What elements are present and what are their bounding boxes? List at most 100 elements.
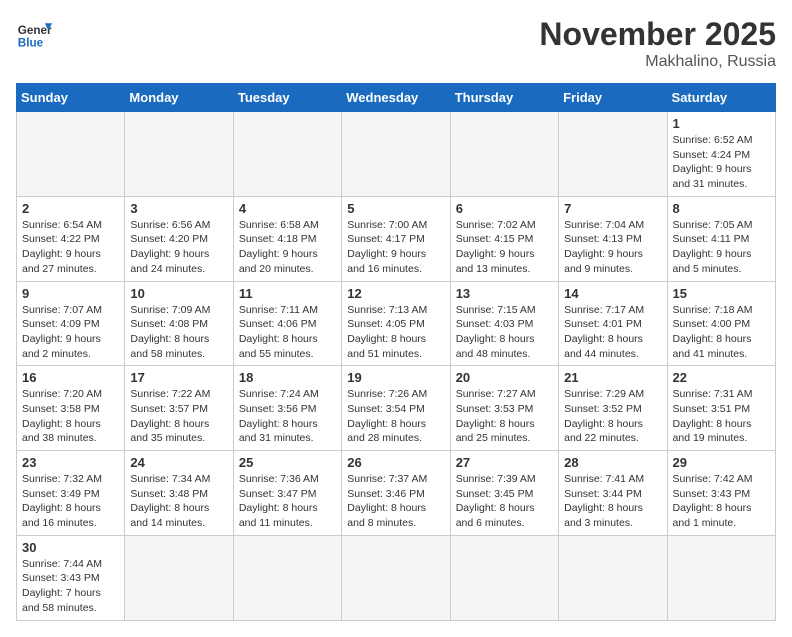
day-info: Sunrise: 7:42 AM Sunset: 3:43 PM Dayligh… bbox=[673, 472, 770, 531]
table-row: 15 Sunrise: 7:18 AM Sunset: 4:00 PM Dayli… bbox=[667, 281, 775, 366]
table-row: 13Sunrise: 7:15 AM Sunset: 4:03 PM Dayli… bbox=[450, 281, 558, 366]
day-info: Sunrise: 6:56 AM Sunset: 4:20 PM Dayligh… bbox=[130, 218, 227, 277]
day-info: Sunrise: 7:37 AM Sunset: 3:46 PM Dayligh… bbox=[347, 472, 444, 531]
day-number: 28 bbox=[564, 455, 661, 470]
logo: General Blue bbox=[16, 16, 52, 52]
day-number: 27 bbox=[456, 455, 553, 470]
day-number: 3 bbox=[130, 201, 227, 216]
table-row: 21Sunrise: 7:29 AM Sunset: 3:52 PM Dayli… bbox=[559, 366, 667, 451]
day-number: 16 bbox=[22, 370, 119, 385]
day-info: Sunrise: 7:22 AM Sunset: 3:57 PM Dayligh… bbox=[130, 387, 227, 446]
day-number: 13 bbox=[456, 286, 553, 301]
table-row: 27 Sunrise: 7:39 AM Sunset: 3:45 PM Dayli… bbox=[450, 451, 558, 536]
table-row: 19Sunrise: 7:26 AM Sunset: 3:54 PM Dayli… bbox=[342, 366, 450, 451]
table-row: 22Sunrise: 7:31 AM Sunset: 3:51 PM Dayli… bbox=[667, 366, 775, 451]
table-row: 26 Sunrise: 7:37 AM Sunset: 3:46 PM Dayli… bbox=[342, 451, 450, 536]
day-info: Sunrise: 7:20 AM Sunset: 3:58 PM Dayligh… bbox=[22, 387, 119, 446]
header-tuesday: Tuesday bbox=[233, 84, 341, 112]
day-info: Sunrise: 7:29 AM Sunset: 3:52 PM Dayligh… bbox=[564, 387, 661, 446]
day-number: 9 bbox=[22, 286, 119, 301]
table-row: 20Sunrise: 7:27 AM Sunset: 3:53 PM Dayli… bbox=[450, 366, 558, 451]
day-info: Sunrise: 7:13 AM Sunset: 4:05 PM Dayligh… bbox=[347, 303, 444, 362]
header-friday: Friday bbox=[559, 84, 667, 112]
table-row bbox=[17, 112, 125, 197]
table-row: 1 Sunrise: 6:52 AM Sunset: 4:24 PM Daylig… bbox=[667, 112, 775, 197]
day-info: Sunrise: 7:26 AM Sunset: 3:54 PM Dayligh… bbox=[347, 387, 444, 446]
day-info: Sunrise: 7:18 AM Sunset: 4:00 PM Dayligh… bbox=[673, 303, 770, 362]
calendar-row: 9 Sunrise: 7:07 AM Sunset: 4:09 PM Daylig… bbox=[17, 281, 776, 366]
table-row: 6 Sunrise: 7:02 AM Sunset: 4:15 PM Daylig… bbox=[450, 196, 558, 281]
weekday-header-row: Sunday Monday Tuesday Wednesday Thursday… bbox=[17, 84, 776, 112]
table-row: 8 Sunrise: 7:05 AM Sunset: 4:11 PM Daylig… bbox=[667, 196, 775, 281]
table-row bbox=[667, 535, 775, 620]
header-saturday: Saturday bbox=[667, 84, 775, 112]
day-number: 17 bbox=[130, 370, 227, 385]
day-number: 1 bbox=[673, 116, 770, 131]
calendar-row: 16 Sunrise: 7:20 AM Sunset: 3:58 PM Dayli… bbox=[17, 366, 776, 451]
day-number: 26 bbox=[347, 455, 444, 470]
table-row bbox=[342, 535, 450, 620]
day-number: 8 bbox=[673, 201, 770, 216]
table-row: 5 Sunrise: 7:00 AM Sunset: 4:17 PM Daylig… bbox=[342, 196, 450, 281]
header-monday: Monday bbox=[125, 84, 233, 112]
table-row: 25Sunrise: 7:36 AM Sunset: 3:47 PM Dayli… bbox=[233, 451, 341, 536]
calendar-row: 2 Sunrise: 6:54 AM Sunset: 4:22 PM Daylig… bbox=[17, 196, 776, 281]
table-row bbox=[450, 112, 558, 197]
table-row: 29 Sunrise: 7:42 AM Sunset: 3:43 PM Dayli… bbox=[667, 451, 775, 536]
table-row bbox=[559, 535, 667, 620]
table-row: 11Sunrise: 7:11 AM Sunset: 4:06 PM Dayli… bbox=[233, 281, 341, 366]
day-info: Sunrise: 7:39 AM Sunset: 3:45 PM Dayligh… bbox=[456, 472, 553, 531]
day-number: 18 bbox=[239, 370, 336, 385]
day-info: Sunrise: 7:24 AM Sunset: 3:56 PM Dayligh… bbox=[239, 387, 336, 446]
table-row: 14 Sunrise: 7:17 AM Sunset: 4:01 PM Dayli… bbox=[559, 281, 667, 366]
day-number: 30 bbox=[22, 540, 119, 555]
table-row: 16 Sunrise: 7:20 AM Sunset: 3:58 PM Dayli… bbox=[17, 366, 125, 451]
day-number: 10 bbox=[130, 286, 227, 301]
table-row: 10Sunrise: 7:09 AM Sunset: 4:08 PM Dayli… bbox=[125, 281, 233, 366]
table-row: 4 Sunrise: 6:58 AM Sunset: 4:18 PM Daylig… bbox=[233, 196, 341, 281]
day-info: Sunrise: 7:17 AM Sunset: 4:01 PM Dayligh… bbox=[564, 303, 661, 362]
header-sunday: Sunday bbox=[17, 84, 125, 112]
day-number: 15 bbox=[673, 286, 770, 301]
table-row: 17 Sunrise: 7:22 AM Sunset: 3:57 PM Dayli… bbox=[125, 366, 233, 451]
day-info: Sunrise: 7:04 AM Sunset: 4:13 PM Dayligh… bbox=[564, 218, 661, 277]
page-header: General Blue November 2025 Makhalino, Ru… bbox=[16, 16, 776, 71]
day-number: 22 bbox=[673, 370, 770, 385]
calendar-row: 30Sunrise: 7:44 AM Sunset: 3:43 PM Dayli… bbox=[17, 535, 776, 620]
day-number: 6 bbox=[456, 201, 553, 216]
day-number: 4 bbox=[239, 201, 336, 216]
calendar-row: 23Sunrise: 7:32 AM Sunset: 3:49 PM Dayli… bbox=[17, 451, 776, 536]
table-row: 3 Sunrise: 6:56 AM Sunset: 4:20 PM Daylig… bbox=[125, 196, 233, 281]
day-number: 5 bbox=[347, 201, 444, 216]
day-number: 20 bbox=[456, 370, 553, 385]
calendar-row: 1 Sunrise: 6:52 AM Sunset: 4:24 PM Daylig… bbox=[17, 112, 776, 197]
day-number: 7 bbox=[564, 201, 661, 216]
day-number: 29 bbox=[673, 455, 770, 470]
day-number: 14 bbox=[564, 286, 661, 301]
day-info: Sunrise: 6:58 AM Sunset: 4:18 PM Dayligh… bbox=[239, 218, 336, 277]
day-number: 24 bbox=[130, 455, 227, 470]
table-row: 28 Sunrise: 7:41 AM Sunset: 3:44 PM Dayli… bbox=[559, 451, 667, 536]
location-title: Makhalino, Russia bbox=[539, 53, 776, 71]
day-info: Sunrise: 6:54 AM Sunset: 4:22 PM Dayligh… bbox=[22, 218, 119, 277]
table-row: 23Sunrise: 7:32 AM Sunset: 3:49 PM Dayli… bbox=[17, 451, 125, 536]
table-row: 2 Sunrise: 6:54 AM Sunset: 4:22 PM Daylig… bbox=[17, 196, 125, 281]
table-row: 18 Sunrise: 7:24 AM Sunset: 3:56 PM Dayli… bbox=[233, 366, 341, 451]
calendar-table: Sunday Monday Tuesday Wednesday Thursday… bbox=[16, 83, 776, 621]
header-thursday: Thursday bbox=[450, 84, 558, 112]
table-row: 24 Sunrise: 7:34 AM Sunset: 3:48 PM Dayli… bbox=[125, 451, 233, 536]
day-info: Sunrise: 7:36 AM Sunset: 3:47 PM Dayligh… bbox=[239, 472, 336, 531]
table-row bbox=[125, 112, 233, 197]
header-wednesday: Wednesday bbox=[342, 84, 450, 112]
day-info: Sunrise: 7:05 AM Sunset: 4:11 PM Dayligh… bbox=[673, 218, 770, 277]
day-info: Sunrise: 7:41 AM Sunset: 3:44 PM Dayligh… bbox=[564, 472, 661, 531]
day-info: Sunrise: 7:11 AM Sunset: 4:06 PM Dayligh… bbox=[239, 303, 336, 362]
day-number: 2 bbox=[22, 201, 119, 216]
table-row bbox=[342, 112, 450, 197]
day-info: Sunrise: 7:02 AM Sunset: 4:15 PM Dayligh… bbox=[456, 218, 553, 277]
day-info: Sunrise: 7:34 AM Sunset: 3:48 PM Dayligh… bbox=[130, 472, 227, 531]
day-info: Sunrise: 7:00 AM Sunset: 4:17 PM Dayligh… bbox=[347, 218, 444, 277]
table-row: 9 Sunrise: 7:07 AM Sunset: 4:09 PM Daylig… bbox=[17, 281, 125, 366]
day-info: Sunrise: 7:07 AM Sunset: 4:09 PM Dayligh… bbox=[22, 303, 119, 362]
day-info: Sunrise: 6:52 AM Sunset: 4:24 PM Dayligh… bbox=[673, 133, 770, 192]
